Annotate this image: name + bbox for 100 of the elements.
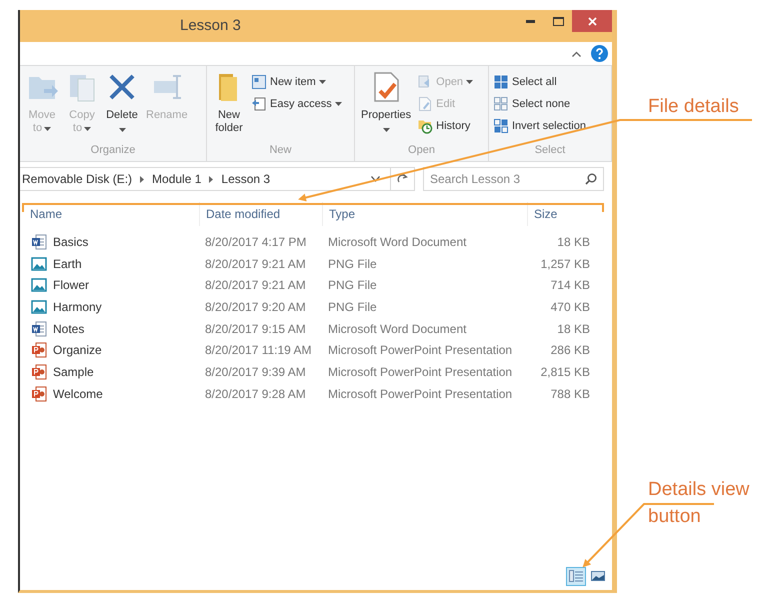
grid-icon — [493, 96, 509, 112]
breadcrumb-item[interactable]: Removable Disk (E:) — [20, 170, 132, 188]
word-document-icon — [31, 320, 47, 337]
table-cell-text: 8/20/2017 9:15 AM — [204, 320, 307, 338]
grid-icon — [493, 118, 509, 134]
file-name: Basics — [53, 234, 88, 251]
new-item-icon — [251, 74, 267, 90]
image-icon — [31, 277, 47, 294]
group-label: New — [268, 142, 292, 158]
refresh-icon[interactable] — [397, 173, 408, 185]
table-cell-text: 8/20/2017 9:21 AM — [204, 256, 307, 273]
caret-icon — [382, 128, 390, 132]
table-cell-text: Microsoft Word Document — [327, 234, 468, 251]
table-cell-text: PNG File — [327, 298, 378, 316]
dropdown-icon[interactable] — [371, 176, 380, 182]
caret-icon — [84, 126, 92, 130]
ribbon-button[interactable]: Easy access — [251, 95, 342, 113]
file-name: Harmony — [53, 298, 102, 316]
table-cell-text: Microsoft PowerPoint Presentation — [327, 386, 514, 403]
breadcrumb-arrow-icon — [209, 176, 214, 182]
caret-icon — [44, 126, 52, 130]
group-label: Open — [407, 142, 436, 158]
callout-label: File details — [648, 95, 739, 119]
caret-icon — [118, 128, 126, 132]
ribbon-button[interactable]: History — [417, 117, 474, 135]
powerpoint-icon — [31, 342, 47, 358]
search-icon — [585, 173, 597, 185]
ribbon-button[interactable]: New folder — [211, 71, 247, 135]
group-label: Select — [534, 142, 566, 158]
file-row[interactable]: Organize 8/20/2017 11:19 AM Microsoft PowerPoint Presentation 286 KB — [30, 339, 596, 362]
table-cell-text: 1,257 KB — [540, 256, 591, 273]
column-header[interactable]: Name — [30, 202, 199, 226]
maximize-icon — [552, 16, 564, 26]
table-cell-text: 788 KB — [550, 386, 591, 403]
image-icon — [31, 256, 47, 272]
image-icon — [31, 298, 47, 315]
table-cell-text: 470 KB — [550, 298, 591, 316]
file-row[interactable]: Flower 8/20/2017 9:21 AM PNG File 714 KB — [30, 274, 596, 296]
window-title: Lesson 3 — [180, 16, 241, 36]
file-row[interactable]: Earth 8/20/2017 9:21 AM PNG File 1,257 KB — [30, 252, 596, 274]
table-cell-text: 286 KB — [550, 342, 591, 360]
ribbon-button[interactable]: Delete — [104, 71, 140, 137]
minimize-icon — [526, 20, 534, 22]
table-cell-text: 8/20/2017 4:17 PM — [204, 234, 308, 251]
table-cell-text: 8/20/2017 9:21 AM — [204, 277, 307, 294]
table-cell-text: Microsoft PowerPoint Presentation — [327, 364, 514, 381]
table-cell-text: 714 KB — [550, 277, 591, 294]
table-cell-text: Microsoft Word Document — [327, 320, 468, 338]
table-cell-text: 8/20/2017 11:19 AM — [204, 342, 313, 360]
file-name: Notes — [53, 320, 84, 338]
ribbon-button[interactable]: Select none — [493, 95, 586, 113]
caret-icon — [466, 80, 474, 84]
table-cell-text: PNG File — [327, 256, 378, 273]
ribbon-button[interactable]: Invert selection — [493, 117, 586, 135]
word-document-icon — [31, 234, 47, 250]
table-cell-text: PNG File — [327, 277, 378, 294]
ribbon-button[interactable]: New item — [251, 73, 342, 91]
breadcrumb-arrow-icon — [140, 176, 144, 182]
table-cell-text: 8/20/2017 9:28 AM — [204, 386, 307, 403]
breadcrumb-item[interactable]: Lesson 3 — [221, 170, 270, 188]
caret-icon — [318, 80, 326, 84]
table-cell-text: 8/20/2017 9:39 AM — [204, 364, 307, 381]
close-icon — [588, 16, 596, 26]
group-label: Organize — [90, 142, 136, 158]
large-icons-view-icon — [591, 570, 605, 582]
easy-access-icon — [251, 96, 267, 112]
table-cell-text: 18 KB — [556, 320, 591, 338]
column-header[interactable]: Type — [322, 202, 527, 226]
close-button[interactable] — [572, 10, 612, 32]
file-name: Earth — [53, 256, 82, 273]
callout-label: Details view button — [648, 478, 750, 529]
table-cell-text: 8/20/2017 9:20 AM — [204, 298, 307, 316]
file-row[interactable]: Welcome 8/20/2017 9:28 AM Microsoft PowerPoint Presentation 788 KB — [30, 382, 596, 404]
address-bar[interactable]: Removable Disk (E:) Module 1 Lesson 3 — [20, 167, 415, 191]
table-cell-text: 2,815 KB — [540, 364, 591, 381]
history-icon — [417, 118, 434, 134]
grid-icon — [493, 74, 509, 90]
file-name: Organize — [53, 342, 102, 360]
details-view-icon — [569, 570, 583, 582]
column-header[interactable]: Size — [527, 202, 596, 226]
breadcrumb-item[interactable]: Module 1 — [152, 170, 202, 188]
powerpoint-icon — [31, 386, 47, 402]
caret-icon — [334, 102, 342, 106]
help-icon[interactable] — [591, 45, 608, 62]
file-name: Sample — [53, 364, 94, 381]
ribbon-button[interactable]: Select all — [493, 73, 586, 91]
collapse-ribbon-icon[interactable] — [572, 50, 581, 56]
edit-icon — [417, 96, 434, 112]
ribbon-button[interactable]: Properties — [359, 71, 414, 137]
file-row[interactable]: Notes 8/20/2017 9:15 AM Microsoft Word Document 18 KB — [30, 318, 596, 340]
file-name: Flower — [53, 277, 90, 294]
table-cell-text: Microsoft PowerPoint Presentation — [327, 342, 514, 360]
file-row[interactable]: Basics 8/20/2017 4:17 PM Microsoft Word Document 18 KB — [30, 231, 596, 253]
search-input[interactable]: Search Lesson 3 — [430, 170, 585, 188]
view-button[interactable] — [566, 566, 586, 586]
file-row[interactable]: Harmony 8/20/2017 9:20 AM PNG File 470 KB — [30, 296, 596, 318]
file-row[interactable]: Sample 8/20/2017 9:39 AM Microsoft PowerPoint Presentation 2,815 KB — [30, 361, 596, 383]
search-field[interactable]: Search Lesson 3 — [423, 167, 604, 191]
powerpoint-icon — [31, 364, 47, 380]
column-header[interactable]: Date modified — [199, 202, 322, 226]
